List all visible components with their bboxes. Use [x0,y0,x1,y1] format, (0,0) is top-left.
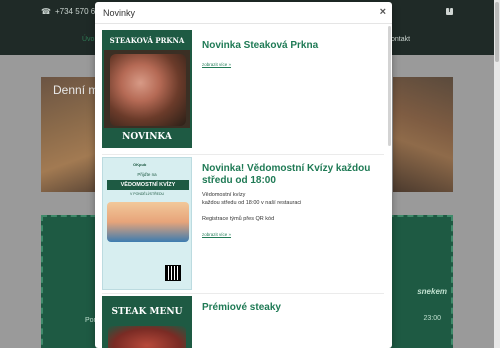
modal-body: STEAKOVÁ PRKNA NOVINKA Novinka Steaková … [95,24,392,348]
steak-image [108,326,186,348]
news-text-line: každou středu od 18:00 v naší restauraci [202,200,302,206]
news-title[interactable]: Prémiové steaky [202,302,382,314]
nav-item-contact[interactable]: ontakt [391,36,410,43]
news-content: Novinka Steaková Prkna zobrazit více » [202,40,382,71]
page-scrollbar[interactable] [494,0,500,348]
modal-scrollbar[interactable] [388,26,391,146]
read-more-link[interactable]: zobrazit více » [202,232,231,237]
food-image [393,77,453,192]
poster-line: Přijďte na [137,172,157,177]
close-icon[interactable]: × [380,6,386,18]
nav-item-home[interactable]: Úvo [82,36,94,43]
read-more-link[interactable]: zobrazit více » [202,62,231,67]
facebook-icon[interactable]: f [446,8,453,15]
news-title[interactable]: Novinka Steaková Prkna [202,40,382,52]
news-content: Novinka! Vědomostní Kvízy každou středu … [202,163,382,241]
daily-menu-banner[interactable]: Denní m [41,77,101,192]
news-image[interactable]: STEAK MENU [102,296,192,348]
poster-logo: OKpub [133,162,147,167]
divider [102,293,384,294]
phone-icon: ☎ [41,7,51,16]
qr-code-icon [165,265,181,281]
steak-board-image [110,54,186,126]
poster-subtitle: V PONDĚLÍ/STŘEDU [129,192,165,196]
poster-title: STEAKOVÁ PRKNA [104,32,190,50]
poster-title: VĚDOMOSTNÍ KVÍZY [107,180,189,190]
phone-contact[interactable]: ☎ +734 570 61 [41,7,100,16]
divider [102,154,384,155]
modal-title: Novinky [103,8,136,18]
news-image[interactable]: STEAKOVÁ PRKNA NOVINKA [102,30,192,148]
phone-number: +734 570 61 [54,7,100,16]
info-panel-text-2: 23:00 [423,315,441,322]
news-image[interactable]: OKpub Přijďte na VĚDOMOSTNÍ KVÍZY V POND… [102,157,192,290]
news-modal: Novinky × STEAKOVÁ PRKNA NOVINKA Novinka… [95,2,392,348]
news-text-line: Registrace týmů přes QR kód [202,216,275,222]
quiz-illustration [107,202,189,242]
news-item: STEAK MENU Prémiové steaky [102,296,386,348]
daily-menu-label: Denní m [53,83,99,97]
news-item: STEAKOVÁ PRKNA NOVINKA Novinka Steaková … [102,30,386,150]
news-content: Prémiové steaky [202,302,382,314]
news-text-line: Vědomostní kvízy [202,192,246,198]
poster-subtitle: NOVINKA [104,128,190,146]
news-text-line [202,207,382,215]
poster-title: STEAK MENU [111,307,183,317]
modal-header: Novinky × [95,2,392,24]
news-item: OKpub Přijďte na VĚDOMOSTNÍ KVÍZY V POND… [102,157,386,291]
page-scrollbar-thumb[interactable] [495,2,499,62]
news-title[interactable]: Novinka! Vědomostní Kvízy každou středu … [202,163,382,187]
info-panel-text-1: snekem [417,287,447,296]
